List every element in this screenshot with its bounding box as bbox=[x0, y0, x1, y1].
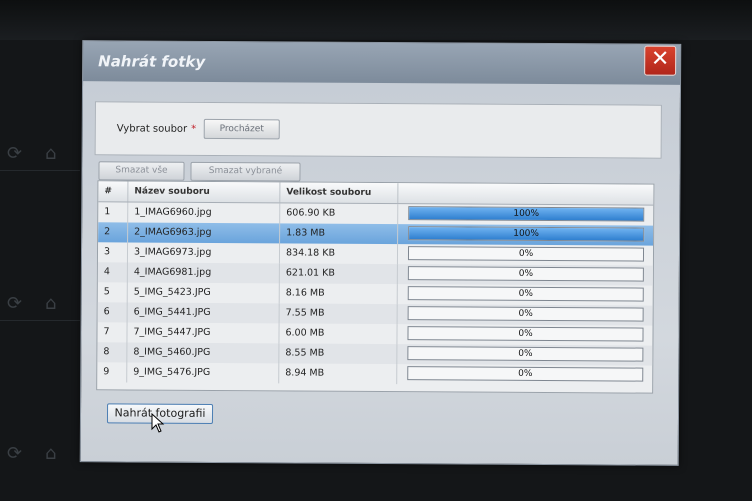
required-marker: * bbox=[191, 123, 197, 135]
file-select-label: Vybrat soubor * bbox=[116, 123, 197, 135]
row-number: 7 bbox=[97, 322, 128, 343]
column-header-filename[interactable]: Název souboru bbox=[128, 181, 281, 203]
file-name: 5_IMG_5423.JPG bbox=[127, 282, 280, 304]
upload-progress-bar: 100% bbox=[408, 206, 645, 222]
row-number: 3 bbox=[97, 242, 129, 263]
table-row[interactable]: 9 9_IMG_5476.JPG 8.94 MB 0% bbox=[97, 362, 652, 385]
file-size: 8.55 MB bbox=[279, 343, 398, 365]
dialog-titlebar[interactable]: Nahrát fotky ✕ bbox=[83, 41, 681, 85]
upload-progress-bar: 0% bbox=[407, 326, 644, 342]
file-name: 9_IMG_5476.JPG bbox=[127, 362, 280, 384]
refresh-icon: ⟳ bbox=[7, 293, 23, 314]
upload-photos-dialog: Nahrát fotky ✕ Vybrat soubor * Procházet … bbox=[79, 40, 682, 466]
column-header-filesize[interactable]: Velikost souboru bbox=[280, 182, 399, 204]
file-size: 8.16 MB bbox=[279, 283, 398, 305]
file-size: 1.83 MB bbox=[280, 223, 399, 245]
background-divider bbox=[0, 170, 80, 171]
progress-label: 0% bbox=[518, 288, 533, 299]
clear-selected-button[interactable]: Smazat vybrané bbox=[190, 161, 301, 182]
file-name: 3_IMAG6973.jpg bbox=[127, 242, 281, 264]
upload-progress-bar: 0% bbox=[407, 246, 645, 262]
refresh-icon: ⟳ bbox=[7, 443, 23, 464]
upload-progress-bar: 0% bbox=[407, 366, 644, 382]
background-top-bar bbox=[0, 0, 752, 40]
browse-button[interactable]: Procházet bbox=[203, 118, 280, 140]
file-size: 7.55 MB bbox=[279, 303, 398, 325]
progress-label: 0% bbox=[518, 268, 534, 279]
progress-label: 100% bbox=[513, 228, 540, 239]
file-size: 8.94 MB bbox=[279, 363, 398, 385]
progress-label: 0% bbox=[518, 328, 533, 339]
file-size: 621.01 KB bbox=[279, 263, 398, 285]
column-header-progress bbox=[398, 183, 653, 205]
row-number: 8 bbox=[97, 342, 128, 363]
home-icon: ⌂ bbox=[45, 143, 57, 164]
file-select-panel: Vybrat soubor * Procházet bbox=[94, 101, 662, 159]
row-number: 5 bbox=[97, 282, 128, 303]
refresh-icon: ⟳ bbox=[7, 143, 23, 164]
file-name: 4_IMAG6981.jpg bbox=[127, 262, 280, 284]
file-name: 6_IMG_5441.JPG bbox=[127, 302, 280, 324]
close-icon[interactable]: ✕ bbox=[644, 45, 677, 76]
progress-label: 0% bbox=[518, 348, 533, 359]
progress-label: 0% bbox=[518, 308, 533, 319]
progress-label: 100% bbox=[513, 208, 540, 219]
upload-progress-bar: 0% bbox=[407, 306, 644, 322]
file-name: 2_IMAG6963.jpg bbox=[128, 222, 281, 244]
progress-label: 0% bbox=[518, 248, 534, 259]
home-icon: ⌂ bbox=[45, 293, 57, 314]
upload-progress-bar: 0% bbox=[407, 266, 644, 282]
file-size: 834.18 KB bbox=[279, 243, 399, 265]
file-name: 8_IMG_5460.JPG bbox=[127, 342, 280, 364]
progress-label: 0% bbox=[518, 368, 533, 379]
row-number: 4 bbox=[97, 262, 128, 283]
row-number: 9 bbox=[97, 362, 128, 383]
row-number: 6 bbox=[97, 302, 128, 323]
row-number: 2 bbox=[98, 222, 129, 243]
mouse-cursor-icon bbox=[151, 412, 165, 433]
upload-progress-bar: 0% bbox=[407, 346, 644, 362]
clear-all-button[interactable]: Smazat vše bbox=[98, 161, 185, 181]
upload-progress-bar: 0% bbox=[407, 286, 644, 302]
background-divider bbox=[0, 320, 80, 321]
file-name: 1_IMAG6960.jpg bbox=[128, 202, 281, 224]
upload-file-table: # Název souboru Velikost souboru 1 1_IMAG… bbox=[96, 180, 655, 394]
column-header-number[interactable]: # bbox=[98, 181, 129, 202]
dialog-title: Nahrát fotky bbox=[98, 52, 206, 71]
file-size: 606.90 KB bbox=[280, 203, 399, 225]
row-number: 1 bbox=[98, 202, 129, 223]
home-icon: ⌂ bbox=[45, 443, 57, 464]
upload-progress-bar: 100% bbox=[408, 226, 645, 242]
file-name: 7_IMG_5447.JPG bbox=[127, 322, 280, 344]
file-size: 6.00 MB bbox=[279, 323, 398, 345]
